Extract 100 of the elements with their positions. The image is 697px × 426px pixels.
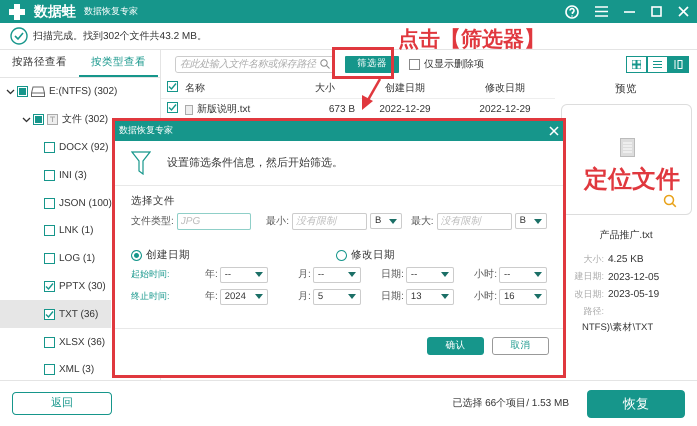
detail-label: 路径: — [582, 305, 605, 318]
tree-row[interactable]: LOG (1) — [44, 248, 96, 270]
menu-icon[interactable] — [595, 6, 608, 17]
dropdown[interactable]: 13 — [406, 288, 454, 305]
recover-button[interactable]: 恢复 — [587, 390, 685, 418]
input-field[interactable]: JPG — [176, 212, 251, 230]
field-label: 文件类型: — [131, 214, 174, 229]
tree-row[interactable]: TXT (36) — [44, 304, 98, 325]
back-button[interactable]: 返回 — [12, 392, 112, 415]
file-path: NTFS)\素材\TXT — [581, 320, 654, 335]
folder-icon — [47, 114, 58, 126]
caret-icon — [254, 294, 263, 300]
view-mode-button[interactable] — [668, 56, 689, 72]
dropdown[interactable]: -- — [406, 266, 454, 283]
tree-row[interactable]: XML (3) — [44, 359, 94, 380]
caret-icon — [389, 218, 398, 224]
checkbox[interactable] — [44, 170, 55, 181]
tree-label: LOG (1) — [59, 252, 96, 266]
logo-icon — [8, 2, 26, 20]
grid-icon — [632, 60, 641, 68]
checkbox[interactable] — [44, 225, 55, 236]
tree-row[interactable]: E:(NTFS) (302) — [6, 81, 118, 102]
detail-label: 建日期: — [573, 270, 605, 284]
help-icon[interactable] — [565, 4, 579, 18]
checkbox[interactable] — [44, 336, 55, 348]
view-tab[interactable]: 按路径查看 — [0, 50, 79, 77]
checkbox[interactable] — [44, 198, 55, 209]
tree-label: JSON (100) — [59, 196, 112, 211]
highlight-frame — [332, 47, 394, 79]
detail-value: 4.25 KB — [608, 253, 644, 267]
input-field[interactable]: 没有限制 — [292, 212, 367, 230]
checkbox[interactable] — [44, 142, 55, 153]
dropdown[interactable]: 16 — [499, 288, 548, 305]
chevron-icon[interactable] — [6, 88, 15, 95]
time-label: 起始时间: — [131, 268, 171, 281]
chevron-icon[interactable] — [22, 116, 31, 123]
caret-icon — [348, 272, 356, 278]
magnifier-icon[interactable] — [662, 194, 676, 208]
column-header: 大小 — [314, 82, 336, 96]
dropdown[interactable]: 2024 — [220, 288, 268, 305]
dropdown[interactable]: 5 — [312, 288, 361, 305]
tree-row[interactable]: JSON (100) — [44, 192, 112, 214]
filter-button[interactable]: 筛选器 — [345, 56, 399, 72]
close-icon[interactable] — [549, 126, 559, 136]
checkbox[interactable] — [167, 102, 178, 113]
checkbox[interactable] — [167, 80, 178, 92]
dropdown[interactable]: -- — [312, 266, 361, 283]
checkbox[interactable] — [33, 114, 44, 126]
modified-date: 2022-12-29 — [478, 103, 532, 117]
column-header: 创建日期 — [384, 82, 426, 96]
created-date: 2022-12-29 — [378, 103, 432, 117]
list-icon — [653, 60, 662, 68]
tree-row[interactable]: LNK (1) — [44, 220, 94, 242]
radio-label: 创建日期 — [146, 248, 190, 263]
input-field[interactable]: 没有限制 — [436, 212, 512, 230]
view-mode-button[interactable] — [626, 56, 647, 72]
details-icon — [674, 60, 683, 68]
checkbox[interactable] — [17, 86, 28, 98]
radio-button[interactable] — [336, 250, 347, 262]
tree-row[interactable]: INI (3) — [44, 164, 87, 186]
filter-icon — [131, 151, 151, 175]
tree-row[interactable]: XLSX (36) — [44, 332, 106, 353]
dropdown[interactable]: B — [514, 213, 547, 230]
annotation-text: 点击【筛选器】 — [398, 27, 545, 53]
tree-row[interactable]: PPTX (30) — [44, 276, 106, 297]
dialog-title: 数据恢复专家 — [119, 124, 173, 138]
tree-label: E:(NTFS) (302) — [49, 85, 118, 100]
column-header: 修改日期 — [484, 82, 526, 96]
view-tab[interactable]: 按类型查看 — [79, 50, 158, 77]
radio-label: 修改日期 — [351, 248, 395, 263]
document-icon — [620, 138, 634, 157]
detail-value: 2023-05-19 — [608, 288, 660, 302]
radio-button[interactable] — [131, 250, 142, 262]
tree-row[interactable]: 文件 (302) — [22, 109, 108, 130]
checkbox[interactable] — [409, 58, 420, 70]
tree-label: PPTX (30) — [59, 280, 106, 294]
minimize-icon[interactable] — [624, 10, 635, 12]
search-icon[interactable] — [320, 59, 330, 69]
field-label: 最大: — [410, 214, 434, 229]
dropdown[interactable]: -- — [499, 266, 548, 283]
checkbox[interactable] — [44, 253, 55, 264]
caret-icon — [534, 272, 542, 278]
confirm-button[interactable]: 确认 — [427, 336, 484, 355]
search-field[interactable]: 在此处输入文件名称或保存路径 — [175, 56, 335, 72]
success-icon — [10, 27, 28, 45]
preview-file-name: 产品推广.txt — [599, 228, 653, 243]
checkbox[interactable] — [44, 280, 55, 292]
view-mode-button[interactable] — [647, 56, 668, 72]
tree-row[interactable]: DOCX (92) — [44, 136, 108, 158]
checkbox[interactable] — [44, 308, 55, 320]
close-icon[interactable] — [678, 6, 689, 17]
dialog-message: 设置筛选条件信息，然后开始筛选。 — [167, 156, 343, 171]
caret-icon — [440, 294, 449, 300]
dropdown[interactable]: -- — [220, 266, 268, 283]
caret-icon — [534, 218, 542, 224]
file-icon — [185, 104, 193, 114]
cancel-button[interactable]: 取消 — [492, 336, 549, 355]
checkbox[interactable] — [44, 364, 55, 376]
dropdown[interactable]: B — [370, 213, 402, 230]
maximize-icon[interactable] — [651, 6, 662, 17]
